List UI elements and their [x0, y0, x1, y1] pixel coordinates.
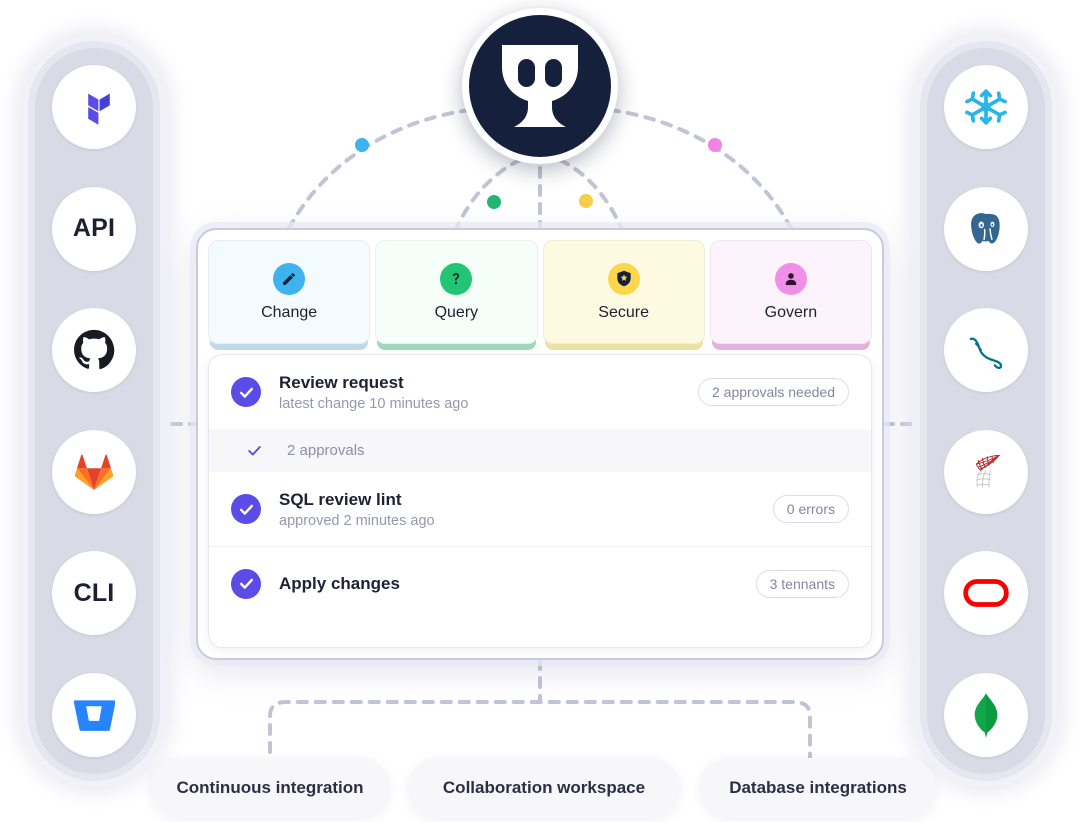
- workflow-checklist: Review request latest change 10 minutes …: [208, 354, 872, 648]
- question-icon-wrap: [440, 262, 473, 295]
- row-title: Apply changes: [279, 573, 400, 593]
- rail-item-oracle[interactable]: [944, 551, 1028, 636]
- pillar-row: Change Query Secure Govern: [208, 240, 872, 344]
- diagram-stage: API CLI Change Query Secure Govern Revie…: [0, 0, 1080, 822]
- footer-pill-continuous-integration[interactable]: Continuous integration: [150, 758, 390, 818]
- pillar-label: Secure: [598, 303, 649, 321]
- bytebase-hub-logo[interactable]: [462, 8, 618, 164]
- status-badge: 0 errors: [772, 495, 849, 523]
- pillar-query[interactable]: Query: [375, 240, 538, 344]
- pencil-icon: [283, 272, 296, 285]
- status-badge: 3 tennants: [755, 569, 849, 598]
- rail-item-postgresql[interactable]: [944, 186, 1028, 271]
- status-badge: 2 approvals needed: [698, 378, 849, 406]
- rail-item-snowflake[interactable]: [944, 65, 1028, 149]
- row-text: Review request latest change 10 minutes …: [279, 372, 698, 412]
- dot-secure: [579, 194, 593, 208]
- rail-item-mysql[interactable]: [944, 308, 1028, 393]
- dot-govern: [708, 138, 722, 152]
- mongodb-icon: [970, 692, 1002, 738]
- row-text: 2 approvals: [287, 442, 849, 459]
- wire-change: [285, 108, 472, 234]
- footer-pill-label: Continuous integration: [176, 778, 364, 797]
- api-icon: API: [72, 214, 116, 243]
- rail-item-sqlserver[interactable]: [944, 429, 1028, 514]
- sqlserver-icon: [964, 451, 1008, 493]
- rail-item-api[interactable]: API: [52, 186, 136, 271]
- user-icon-wrap: [774, 262, 807, 295]
- row-text: SQL review lint approved 2 minutes ago: [279, 489, 773, 529]
- checklist-row-apply-changes[interactable]: Apply changes 3 tennants: [209, 546, 871, 620]
- pillar-label: Change: [261, 303, 318, 321]
- bitbucket-icon: [73, 696, 115, 734]
- shield-icon-wrap: [607, 262, 640, 295]
- pillar-label: Govern: [764, 303, 818, 321]
- row-title: SQL review lint: [279, 489, 402, 509]
- github-icon: [73, 329, 115, 371]
- wire-query: [453, 158, 522, 234]
- oracle-icon: [963, 578, 1009, 608]
- row-subtitle: latest change 10 minutes ago: [279, 396, 469, 413]
- dot-query: [487, 195, 501, 209]
- row-subtitle: approved 2 minutes ago: [279, 513, 435, 530]
- footer-pill-collaboration-workspace[interactable]: Collaboration workspace: [408, 758, 680, 818]
- gitlab-icon: [73, 452, 115, 492]
- pencil-icon-wrap: [273, 262, 306, 295]
- check-circle-icon: [231, 494, 261, 524]
- rail-item-github[interactable]: [52, 308, 136, 393]
- ci-integrations-rail: API CLI: [35, 48, 153, 774]
- footer-pill-label: Collaboration workspace: [442, 778, 646, 797]
- cli-icon: CLI: [73, 578, 115, 607]
- mysql-icon: [963, 330, 1009, 370]
- database-integrations-rail: [927, 48, 1045, 774]
- wire-secure: [558, 158, 625, 234]
- row-title: Review request: [279, 372, 404, 392]
- snowflake-icon: [965, 86, 1007, 128]
- dot-change: [355, 138, 369, 152]
- row-title: 2 approvals: [287, 442, 365, 459]
- pillar-label: Query: [434, 303, 479, 321]
- shield-icon: [616, 270, 631, 287]
- rail-item-terraform[interactable]: [52, 65, 136, 149]
- rail-item-gitlab[interactable]: [52, 429, 136, 514]
- terraform-icon: [74, 85, 114, 129]
- workflow-panel: Change Query Secure Govern Review reques…: [196, 228, 884, 660]
- rail-item-cli[interactable]: CLI: [52, 551, 136, 636]
- check-circle-icon: [231, 568, 261, 599]
- question-icon: [453, 272, 460, 284]
- rail-item-mongodb[interactable]: [944, 672, 1028, 757]
- footer-pill-database-integrations[interactable]: Database integrations: [700, 758, 936, 818]
- checklist-row-approvals[interactable]: 2 approvals: [209, 429, 871, 472]
- pillar-change[interactable]: Change: [208, 240, 371, 344]
- postgresql-icon: [965, 208, 1007, 250]
- checklist-row-sql-review-lint[interactable]: SQL review lint approved 2 minutes ago 0…: [209, 472, 871, 546]
- pillar-secure[interactable]: Secure: [542, 240, 705, 344]
- rail-item-bitbucket[interactable]: [52, 672, 136, 757]
- user-icon: [785, 272, 797, 285]
- footer-pill-label: Database integrations: [729, 778, 907, 797]
- row-text: Apply changes: [279, 573, 756, 594]
- check-mark-icon: [239, 436, 269, 466]
- wire-govern: [608, 108, 795, 234]
- bytebase-logo-icon: [502, 45, 578, 127]
- checklist-row-review-request[interactable]: Review request latest change 10 minutes …: [209, 355, 871, 429]
- check-circle-icon: [231, 377, 261, 407]
- pillar-govern[interactable]: Govern: [709, 240, 872, 344]
